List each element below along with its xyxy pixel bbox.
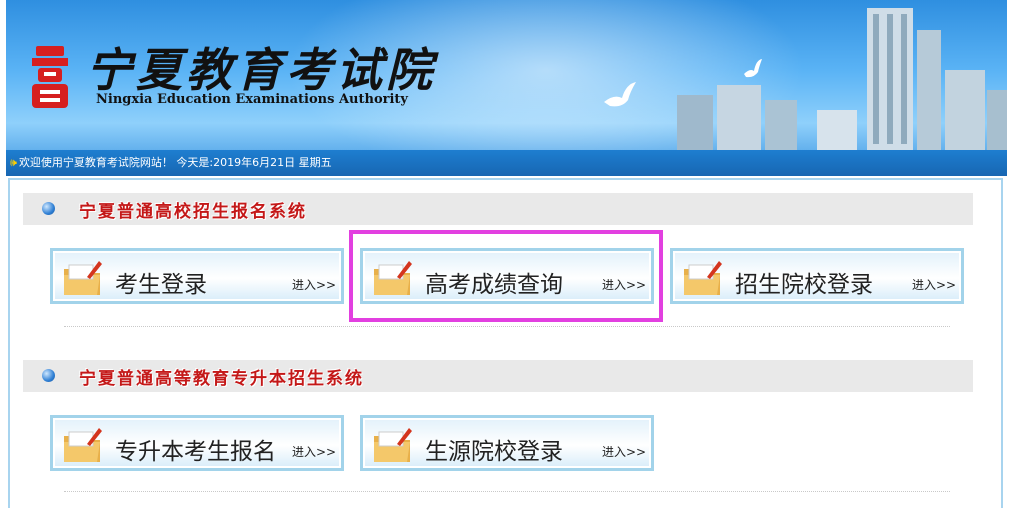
school-login-button[interactable]: 招生院校登录 进入>> — [670, 248, 964, 304]
dove-icon — [604, 82, 636, 107]
section-header-zhuanshengben: 宁夏普通高等教育专升本招生系统 — [23, 360, 973, 392]
enter-link[interactable]: 进入>> — [292, 443, 336, 460]
section-header-gaokao: 宁夏普通高校招生报名系统 — [23, 193, 973, 225]
enter-link[interactable]: 进入>> — [912, 276, 956, 293]
emblem-icon — [32, 46, 68, 108]
source-school-login-button[interactable]: 生源院校登录 进入>> — [360, 415, 654, 471]
welcome-message: 欢迎使用宁夏教育考试院网站！ 今天是:2019年6月21日 星期五 — [18, 156, 332, 169]
button-body: 招生院校登录 进入>> — [675, 253, 959, 299]
speaker-icon: 🕪 — [10, 156, 17, 169]
section-bullet-icon — [42, 369, 55, 382]
city-skyline-image — [677, 8, 1007, 150]
enter-link[interactable]: 进入>> — [602, 443, 646, 460]
highlight-box — [349, 230, 663, 322]
button-label: 考生登录 — [115, 272, 207, 298]
welcome-text: 🕪 欢迎使用宁夏教育考试院网站！ 今天是:2019年6月21日 星期五 — [10, 154, 332, 170]
folder-pencil-icon — [374, 428, 412, 462]
folder-pencil-icon — [684, 261, 722, 295]
candidate-login-button[interactable]: 考生登录 进入>> — [50, 248, 344, 304]
button-label: 招生院校登录 — [735, 272, 873, 298]
dotted-divider — [64, 491, 950, 492]
enter-link[interactable]: 进入>> — [292, 276, 336, 293]
org-name-cn: 宁夏教育考试院 — [86, 43, 436, 97]
site-banner: 宁夏教育考试院 Ningxia Education Examinations A… — [6, 0, 1007, 176]
button-label: 专升本考生报名 — [115, 439, 276, 465]
button-body: 生源院校登录 进入>> — [365, 420, 649, 466]
upgrade-candidate-register-button[interactable]: 专升本考生报名 进入>> — [50, 415, 344, 471]
section-bullet-icon — [42, 202, 55, 215]
folder-pencil-icon — [64, 428, 102, 462]
button-body: 考生登录 进入>> — [55, 253, 339, 299]
button-body: 专升本考生报名 进入>> — [55, 420, 339, 466]
dotted-divider — [64, 326, 950, 327]
folder-pencil-icon — [64, 261, 102, 295]
section-title: 宁夏普通高等教育专升本招生系统 — [79, 369, 364, 389]
button-label: 生源院校登录 — [425, 439, 563, 465]
org-name-en: Ningxia Education Examinations Authority — [96, 92, 408, 107]
section-title: 宁夏普通高校招生报名系统 — [79, 202, 307, 222]
